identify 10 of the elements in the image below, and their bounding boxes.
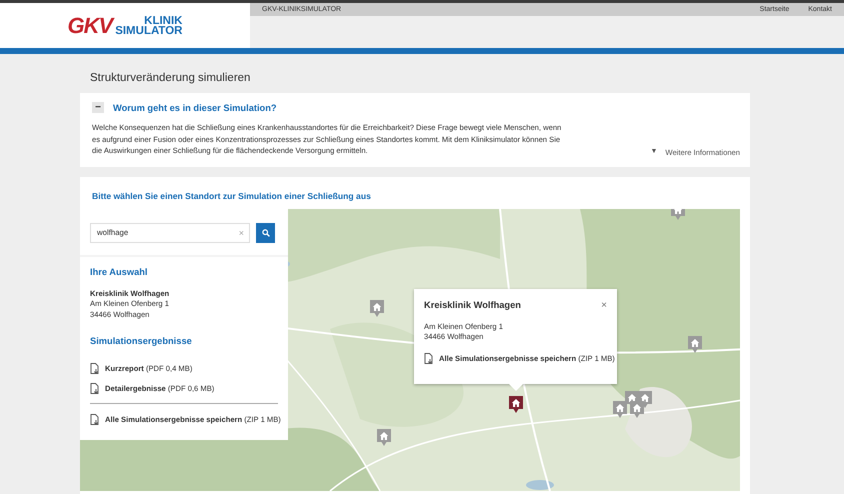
page-title: Strukturveränderung simulieren [89, 71, 252, 86]
close-button[interactable]: × [601, 300, 607, 311]
section-heading: Simulationsergebnisse [90, 336, 193, 346]
logo-text: KLINIK SIMULATOR [115, 16, 182, 36]
collapse-toggle[interactable]: − [92, 102, 104, 113]
popup-title: Kreisklinik Wolfhagen [424, 300, 521, 310]
logo-mark: GKV [68, 12, 112, 38]
section-heading: Ihre Auswahl [90, 266, 149, 277]
section-heading: Bitte wählen Sie einen Standort zur Simulation einer Schließung aus [92, 190, 371, 201]
section-heading[interactable]: Worum geht es in dieser Simulation? [113, 102, 277, 112]
